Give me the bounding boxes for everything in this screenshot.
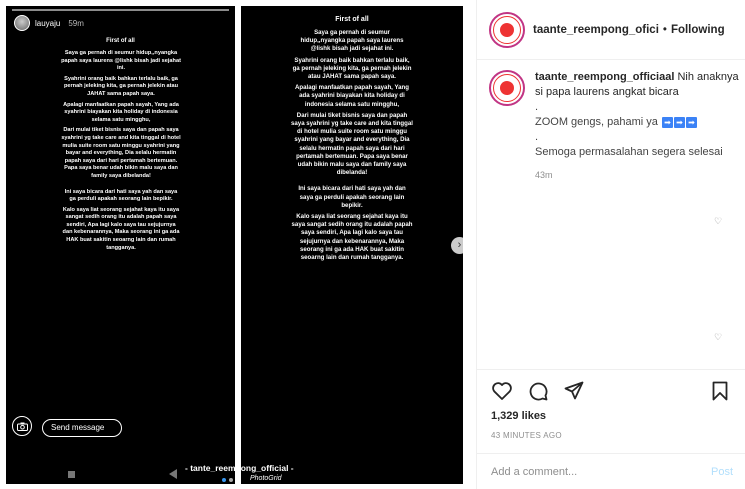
avatar-graphic bbox=[500, 22, 514, 37]
comment-box: Post bbox=[477, 453, 745, 489]
chevron-right-icon: › bbox=[457, 239, 462, 251]
caption-username-link[interactable]: taante_reempong_officiaal bbox=[535, 71, 674, 83]
avatar-image bbox=[493, 74, 521, 102]
right-arrow-emoji-icon: ➡ bbox=[661, 116, 673, 128]
camera-icon bbox=[12, 416, 32, 436]
avatar-graphic bbox=[500, 81, 514, 95]
post-timestamp[interactable]: 43 MINUTES AGO bbox=[491, 431, 562, 440]
carousel-indicator bbox=[222, 478, 233, 482]
caption-time: 43m bbox=[535, 170, 553, 180]
story-progress-bar bbox=[12, 9, 229, 11]
share-icon[interactable] bbox=[563, 380, 585, 402]
carousel-dot bbox=[229, 478, 233, 482]
story-paragraph: Syahrini orang baik bahkan terlalu baik,… bbox=[63, 75, 179, 97]
story-text: Saya ga pernah di seumur hidup,,nyangka … bbox=[291, 29, 413, 265]
back-nav-icon bbox=[169, 469, 177, 479]
watermark: - tante_reempong_official - bbox=[185, 463, 294, 473]
story-paragraph: Saya ga pernah di seumur hidup,,nyangka … bbox=[300, 29, 404, 53]
header-username-link[interactable]: taante_reempong_ofici bbox=[533, 24, 659, 36]
story-screenshot-left: lauyaju 59m First of all Saya ga pernah … bbox=[6, 6, 235, 484]
right-arrow-emoji-icon: ➡ bbox=[685, 116, 697, 128]
caption-line: . bbox=[535, 131, 539, 143]
caption-line: . bbox=[535, 101, 539, 113]
post-media: lauyaju 59m First of all Saya ga pernah … bbox=[0, 0, 476, 489]
comment-input[interactable] bbox=[491, 466, 691, 478]
send-message-field: Send message bbox=[42, 419, 122, 437]
story-paragraph: Dari mulai tiket bisnis saya dan papah s… bbox=[291, 111, 413, 177]
story-avatar bbox=[14, 15, 30, 31]
caption-body: taante_reempong_officiaal Nih anaknya si… bbox=[535, 70, 739, 183]
story-paragraph: Ini saya bicara dari hati saya yah dan s… bbox=[298, 185, 406, 209]
heart-icon[interactable] bbox=[491, 380, 513, 402]
bookmark-icon[interactable] bbox=[709, 380, 731, 402]
caption: taante_reempong_officiaal Nih anaknya si… bbox=[489, 70, 739, 183]
avatar-image bbox=[493, 15, 521, 44]
story-username: lauyaju bbox=[35, 18, 61, 28]
following-button[interactable]: Following bbox=[671, 24, 725, 36]
story-paragraph: Kalo saya liat seorang sejahat kaya itu … bbox=[62, 206, 180, 251]
avatar[interactable] bbox=[489, 11, 525, 48]
story-paragraph: Apalagi manfaatkan papah sayah, Yang ada… bbox=[294, 84, 410, 108]
story-paragraph: Dari mulai tiket bisnis saya dan papah s… bbox=[61, 127, 181, 179]
story-header: lauyaju 59m bbox=[14, 15, 84, 31]
post-actions: 1,329 likes 43 MINUTES AGO Post bbox=[477, 369, 745, 489]
story-screenshot-right: First of all Saya ga pernah di seumur hi… bbox=[241, 6, 463, 484]
post-button[interactable]: Post bbox=[711, 466, 733, 478]
story-paragraph: Syahrini orang baik bahkan terlalu baik,… bbox=[292, 56, 412, 81]
caption-line: ZOOM gengs, pahami ya ➡ ➡ ➡ bbox=[535, 115, 739, 130]
story-paragraph: Apalagi manfaatkan papah sayah, Yang ada… bbox=[63, 101, 179, 123]
likes-count[interactable]: 1,329 likes bbox=[491, 410, 546, 422]
post-sidebar: taante_reempong_ofici • Following taante… bbox=[476, 0, 745, 489]
story-text: Saya ga pernah di seumur hidup,,nyangka … bbox=[61, 50, 181, 255]
story-heading: First of all bbox=[335, 16, 369, 23]
story-paragraph: Ini saya bicara dari hati saya yah dan s… bbox=[64, 188, 178, 203]
next-arrow-button[interactable]: › bbox=[451, 237, 468, 254]
right-arrow-emoji-icon: ➡ bbox=[673, 116, 685, 128]
carousel-dot-active bbox=[222, 478, 226, 482]
caption-text: ZOOM gengs, pahami ya bbox=[535, 116, 658, 128]
comment-like-heart-icon[interactable]: ♡ bbox=[714, 332, 722, 343]
story-time: 59m bbox=[68, 18, 84, 28]
post-header: taante_reempong_ofici • Following bbox=[477, 0, 745, 60]
square-nav-icon bbox=[68, 471, 75, 478]
story-paragraph: Kalo saya liat seorang sejahat kaya itu … bbox=[291, 213, 413, 262]
story-heading: First of all bbox=[106, 38, 135, 44]
caption-line: Semoga permasalahan segera selesai bbox=[535, 146, 723, 158]
comment-icon[interactable] bbox=[527, 380, 549, 402]
action-row bbox=[491, 380, 585, 402]
comment-like-heart-icon[interactable]: ♡ bbox=[714, 216, 722, 227]
header-separator: • bbox=[662, 23, 667, 36]
caption-avatar[interactable] bbox=[489, 70, 525, 106]
story-paragraph: Saya ga pernah di seumur hidup,,nyangka … bbox=[61, 50, 181, 72]
photogrid-watermark: PhotoGrid bbox=[250, 475, 282, 482]
